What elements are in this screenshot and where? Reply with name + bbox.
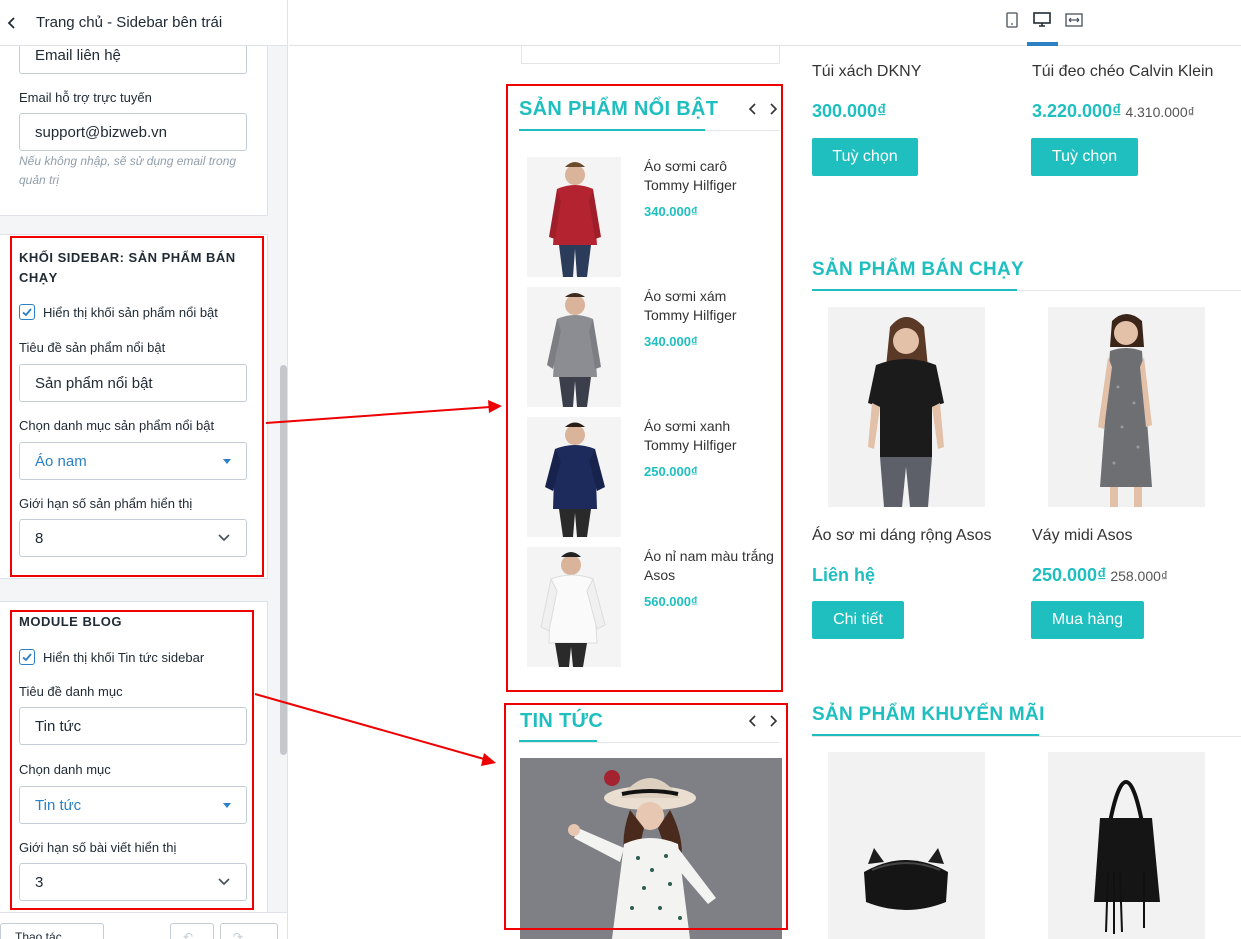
product-name[interactable]: Túi xách DKNY [812, 63, 921, 81]
product-name[interactable]: Túi đeo chéo Calvin Klein [1032, 63, 1213, 81]
options-button[interactable]: Tuỳ chọn [1031, 138, 1138, 176]
product-price: 300.000₫ [812, 101, 887, 121]
product-price-group: 3.220.000₫ 4.310.000₫ [1032, 101, 1195, 122]
theme-editor: Email liên hệ Email hỗ trợ trực tuyến su… [0, 0, 1241, 939]
product-old-price: 4.310.000₫ [1125, 104, 1195, 120]
product-price: Liên hệ [812, 565, 876, 585]
product-name[interactable]: Váy midi Asos [1032, 527, 1132, 545]
product-image[interactable] [1048, 307, 1205, 507]
options-button[interactable]: Tuỳ chọn [812, 138, 918, 176]
promo-divider [812, 736, 1241, 737]
product-image[interactable] [828, 307, 985, 507]
product-image[interactable] [828, 752, 985, 939]
product-price: 3.220.000₫ [1032, 101, 1122, 121]
bestsellers-title: SẢN PHẨM BÁN CHẠY [812, 259, 1024, 280]
product-name[interactable]: Áo sơ mi dáng rộng Asos [812, 527, 991, 545]
bestsellers-underline [812, 289, 1017, 291]
product-image[interactable] [1048, 752, 1205, 939]
promo-title: SẢN PHẨM KHUYẾN MÃI [812, 704, 1045, 725]
product-old-price: 258.000₫ [1110, 568, 1169, 584]
promo-underline [812, 734, 1039, 736]
product-price-group: 250.000₫ 258.000₫ [1032, 565, 1168, 586]
buy-button[interactable]: Mua hàng [1031, 601, 1144, 639]
details-button[interactable]: Chi tiết [812, 601, 904, 639]
product-price: 250.000₫ [1032, 565, 1107, 585]
